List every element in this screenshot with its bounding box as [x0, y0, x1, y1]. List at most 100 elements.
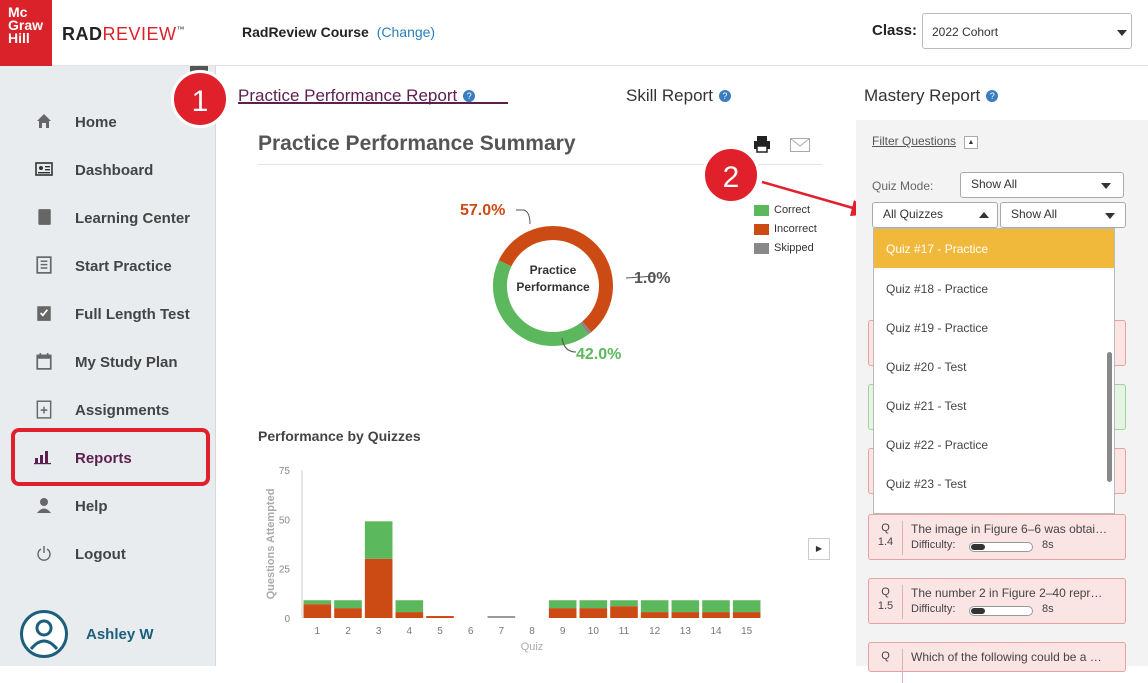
clipboard-check-icon	[37, 306, 51, 321]
chevron-up-icon	[979, 212, 989, 218]
question-time: 8s	[1042, 539, 1054, 551]
bar-segment-incorrect	[732, 612, 761, 618]
quiz-option[interactable]: Quiz #21 - Test	[874, 386, 1114, 425]
chart-next-button[interactable]: ▶	[808, 538, 830, 560]
power-icon	[37, 546, 51, 561]
sidebar-item-label: My Study Plan	[75, 354, 178, 371]
bar-segment-correct	[610, 600, 638, 607]
x-tick-label: 6	[468, 626, 474, 637]
help-icon[interactable]: ?	[463, 90, 476, 102]
question-card[interactable]: Q 1.4 The image in Figure 6–6 was obtai… …	[868, 514, 1126, 560]
sidebar-item-my-study-plan[interactable]: My Study Plan	[0, 342, 216, 382]
clipboard-plus-icon	[36, 400, 52, 419]
sidebar-item-label: Assignments	[75, 402, 170, 419]
question-num: 1.5	[877, 600, 894, 612]
x-tick-label: 9	[560, 626, 566, 637]
brand-tm: ™	[176, 25, 186, 34]
difficulty-bar	[969, 542, 1033, 552]
difficulty-knob	[971, 544, 985, 550]
quiz-option[interactable]: Quiz #19 - Practice	[874, 308, 1114, 347]
bar-segment-incorrect	[303, 604, 332, 618]
chevron-down-icon	[1105, 213, 1115, 219]
x-tick-label: 3	[376, 626, 382, 637]
bar-segment-correct	[640, 600, 669, 613]
show-select[interactable]: Show All	[1000, 202, 1126, 228]
quiz-option[interactable]: Quiz #20 - Test	[874, 347, 1114, 386]
bar-segment-incorrect	[426, 616, 454, 618]
x-axis-label: Quiz	[521, 641, 544, 653]
help-icon[interactable]: ?	[986, 90, 999, 102]
brand-review: REVIEW	[102, 24, 177, 44]
sidebar-item-start-practice[interactable]: Start Practice	[0, 246, 216, 286]
support-icon	[37, 498, 51, 513]
mail-icon[interactable]	[790, 138, 810, 152]
bar-segment-incorrect	[702, 612, 730, 618]
mcgraw-hill-logo[interactable]: Mc Graw Hill	[0, 0, 52, 66]
quiz-option[interactable]: Quiz #22 - Practice	[874, 425, 1114, 464]
x-tick-label: 15	[741, 626, 753, 637]
change-course-link[interactable]: (Change)	[377, 24, 435, 40]
sidebar-item-full-length-test[interactable]: Full Length Test	[0, 294, 216, 334]
difficulty-knob	[971, 608, 985, 614]
user-name[interactable]: Ashley W	[86, 626, 154, 643]
question-number: Q	[869, 649, 903, 683]
annotation-badge-2: 2	[702, 146, 760, 204]
quiz-option[interactable]: Quiz #18 - Practice	[874, 269, 1114, 308]
filter-questions-link[interactable]: Filter Questions	[872, 134, 956, 148]
help-icon[interactable]: ?	[718, 90, 731, 102]
print-icon[interactable]	[752, 134, 772, 154]
bar-segment-correct	[303, 600, 332, 605]
sidebar-item-label: Help	[75, 498, 108, 515]
tab-skill-report[interactable]: Skill Report?	[626, 86, 731, 106]
sidebar-item-dashboard[interactable]: Dashboard	[0, 150, 216, 190]
sidebar-item-logout[interactable]: Logout	[0, 534, 216, 574]
avatar[interactable]	[20, 610, 68, 658]
course-title: RadReview Course (Change)	[242, 24, 435, 40]
question-text: Which of the following could be a …	[911, 650, 1102, 664]
bar-segment-correct	[579, 600, 608, 609]
bar-segment-incorrect	[640, 612, 669, 618]
quiz-mode-select[interactable]: Show All	[960, 172, 1124, 198]
difficulty-bar	[969, 606, 1033, 616]
tab-mastery-report[interactable]: Mastery Report?	[864, 86, 999, 106]
class-select[interactable]: 2022 Cohort	[922, 13, 1132, 49]
bar-segment-incorrect	[579, 608, 608, 618]
radreview-brand: RADREVIEW™	[62, 24, 185, 45]
x-tick-label: 12	[649, 626, 661, 637]
question-card[interactable]: Q Which of the following could be a …	[868, 642, 1126, 683]
calendar-icon	[36, 353, 52, 370]
legend-item-skipped: Skipped	[754, 242, 817, 261]
reports-highlight-box	[11, 428, 210, 486]
chart-title: Performance by Quizzes	[258, 428, 421, 444]
bar-segment-incorrect	[334, 608, 362, 618]
question-card[interactable]: Q 1.5 The number 2 in Figure 2–40 repr… D…	[868, 578, 1126, 624]
quiz-option[interactable]: Quiz #23 - Test	[874, 464, 1114, 503]
y-tick-label: 25	[279, 565, 291, 576]
chevron-down-icon	[1101, 183, 1111, 189]
dropdown-scrollbar[interactable]	[1107, 352, 1112, 482]
course-name: RadReview Course	[242, 24, 369, 40]
bar-segment-correct	[702, 600, 730, 613]
quiz-select[interactable]: All Quizzes	[872, 202, 998, 228]
question-text: The number 2 in Figure 2–40 repr…	[911, 586, 1103, 600]
collapse-toggle-icon[interactable]: ▲	[964, 136, 978, 149]
home-icon	[37, 114, 51, 128]
difficulty-label: Difficulty:	[911, 539, 956, 551]
sidebar-item-assignments[interactable]: Assignments	[0, 390, 216, 430]
question-difficulty: Difficulty: 8s	[911, 603, 1054, 616]
quiz-option[interactable]: Quiz #17 - Practice	[874, 229, 1114, 268]
x-tick-label: 7	[499, 626, 505, 637]
question-number: Q 1.5	[869, 585, 903, 619]
x-tick-label: 11	[619, 626, 630, 637]
x-tick-label: 1	[315, 626, 321, 637]
summary-title: Practice Performance Summary	[258, 132, 576, 155]
sidebar-item-learning-center[interactable]: Learning Center	[0, 198, 216, 238]
practice-performance-panel: Practice Performance Summary Practice Pe…	[238, 120, 848, 666]
question-num: 1.4	[877, 536, 894, 548]
sidebar-item-help[interactable]: Help	[0, 486, 216, 526]
user-icon	[29, 619, 59, 650]
bar-segment-correct	[364, 521, 393, 559]
report-tabs: Practice Performance Report? Skill Repor…	[216, 66, 1148, 120]
x-tick-label: 10	[588, 626, 600, 637]
x-tick-label: 14	[710, 626, 722, 637]
